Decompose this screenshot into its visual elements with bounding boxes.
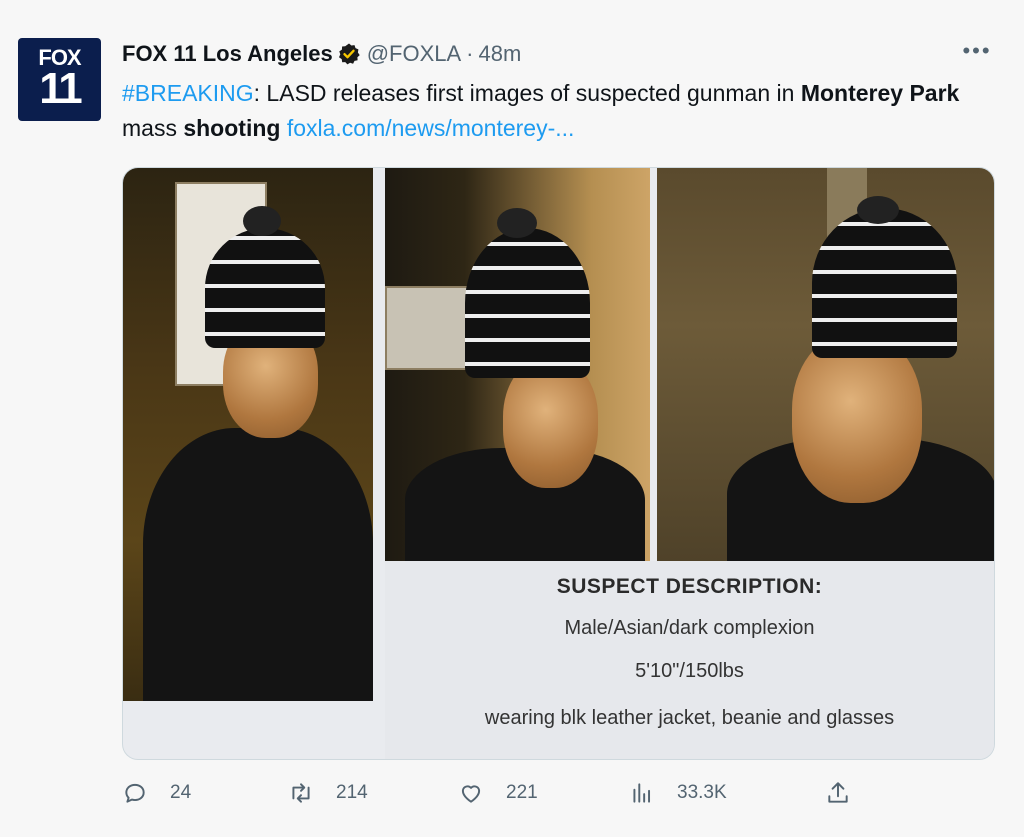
media-image[interactable]: SUSPECT DESCRIPTION: Male/Asian/dark com… bbox=[122, 167, 995, 760]
description-title: SUSPECT DESCRIPTION: bbox=[556, 575, 823, 598]
tweet[interactable]: FOX 11 FOX 11 Los Angeles @FOXLA · 48m •… bbox=[0, 8, 1024, 837]
description-line-1: Male/Asian/dark complexion bbox=[564, 617, 815, 639]
verified-badge-icon bbox=[337, 42, 361, 66]
views-button[interactable]: 33.3K bbox=[629, 780, 727, 806]
avatar[interactable]: FOX 11 bbox=[18, 38, 101, 121]
retweet-count: 214 bbox=[336, 782, 368, 803]
tweet-text-bold1: Monterey Park bbox=[800, 80, 960, 106]
like-count: 221 bbox=[506, 782, 538, 803]
article-link[interactable]: foxla.com/news/monterey-... bbox=[287, 115, 575, 141]
tweet-text-part1: : LASD releases first images of suspecte… bbox=[253, 80, 801, 106]
like-button[interactable]: 221 bbox=[458, 780, 538, 806]
share-icon bbox=[828, 782, 848, 803]
tweet-text-part2: mass bbox=[122, 115, 184, 141]
tweet-header: FOX 11 Los Angeles @FOXLA · 48m bbox=[122, 38, 521, 70]
more-options-icon[interactable]: ••• bbox=[958, 40, 996, 66]
description-line-2: 5'10"/150lbs bbox=[635, 660, 744, 682]
heart-icon bbox=[461, 785, 481, 803]
suspect-photo-3 bbox=[657, 168, 994, 561]
suspect-photo-1 bbox=[123, 168, 373, 701]
share-button[interactable] bbox=[825, 780, 873, 806]
views-chart-icon bbox=[633, 783, 651, 803]
reply-button[interactable]: 24 bbox=[122, 780, 191, 806]
suspect-photo-2 bbox=[385, 168, 650, 561]
tweet-time[interactable]: 48m bbox=[479, 41, 522, 67]
separator-dot: · bbox=[466, 41, 474, 66]
reply-count: 24 bbox=[170, 782, 192, 803]
retweet-button[interactable]: 214 bbox=[288, 780, 368, 806]
views-count: 33.3K bbox=[677, 782, 727, 803]
hashtag-link[interactable]: #BREAKING bbox=[122, 80, 254, 106]
action-bar: 24 214 221 33.3K bbox=[122, 780, 1002, 816]
retweet-icon bbox=[292, 783, 310, 803]
tweet-text-bold2: shooting bbox=[183, 115, 281, 141]
suspect-description: SUSPECT DESCRIPTION: Male/Asian/dark com… bbox=[385, 561, 994, 759]
tweet-text: #BREAKING: LASD releases first images of… bbox=[122, 76, 1002, 146]
description-line-3: wearing blk leather jacket, beanie and g… bbox=[484, 707, 895, 729]
avatar-line2: 11 bbox=[39, 63, 82, 113]
reply-icon bbox=[125, 783, 145, 803]
account-name[interactable]: FOX 11 Los Angeles bbox=[122, 41, 333, 67]
account-handle[interactable]: @FOXLA bbox=[367, 41, 461, 67]
